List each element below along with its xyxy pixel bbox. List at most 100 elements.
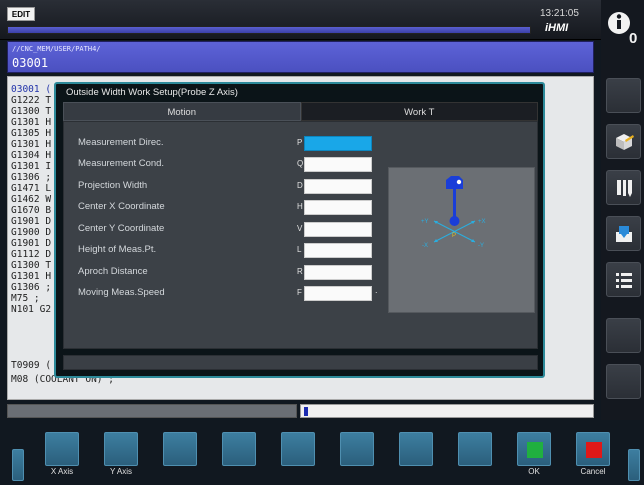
rail-blank-button-2[interactable] — [606, 318, 641, 353]
minus-y-label: -Y — [478, 243, 484, 249]
program-line[interactable]: G1300 T — [11, 260, 51, 271]
row-label-center-x: Center X Coordinate — [78, 201, 165, 212]
address-v: V — [297, 224, 303, 233]
plus-y-label: +Y — [421, 219, 429, 225]
address-d: D — [297, 181, 303, 190]
address-q: Q — [297, 159, 304, 168]
program-line[interactable]: G1306 ; — [11, 172, 51, 183]
workpiece-setup-icon[interactable] — [606, 124, 641, 159]
address-p: P — [297, 138, 303, 147]
tab-motion[interactable]: Motion — [63, 102, 301, 121]
softkey-7[interactable] — [399, 432, 433, 466]
row-label-measurement-condition: Measurement Cond. — [78, 158, 165, 169]
address-r: R — [297, 267, 303, 276]
input-cursor — [304, 407, 308, 416]
ok-label: OK — [528, 467, 540, 476]
program-line[interactable]: G1670 B — [11, 205, 51, 216]
program-line[interactable]: G1112 D — [11, 249, 51, 260]
program-line[interactable]: M75 ; — [11, 293, 40, 304]
probe-diagram: +Y +X -X -Y P — [388, 167, 535, 313]
tab-work-t[interactable]: Work T — [300, 102, 538, 121]
cancel-button[interactable] — [576, 432, 610, 466]
program-line[interactable]: G1304 H — [11, 150, 51, 161]
softkey-next[interactable] — [628, 449, 640, 481]
softkey-x-axis[interactable] — [45, 432, 79, 466]
softkey-bar: X Axis Y Axis OK Cancel — [0, 420, 644, 485]
center-x-field[interactable] — [304, 200, 372, 215]
moving-meas-speed-field[interactable] — [304, 286, 372, 301]
speed-unit-dot: . — [375, 285, 378, 295]
cancel-label: Cancel — [580, 467, 606, 476]
program-line[interactable]: G1306 ; — [11, 282, 51, 293]
program-number: 03001 — [12, 56, 49, 70]
program-line[interactable]: G1301 H — [11, 139, 51, 150]
minus-x-label: -X — [422, 243, 428, 249]
row-label-projection-width: Projection Width — [78, 180, 148, 191]
dialog-body: Measurement Direc. P Measurement Cond. Q… — [63, 121, 538, 349]
program-line[interactable]: G1901 D — [11, 238, 51, 249]
program-line[interactable]: G1471 L — [11, 183, 51, 194]
measurement-condition-field[interactable] — [304, 157, 372, 172]
list-menu-icon[interactable] — [606, 262, 641, 297]
work-setup-dialog: Outside Width Work Setup(Probe Z Axis) M… — [54, 82, 545, 378]
address-h: H — [297, 202, 303, 211]
y-axis-label: Y Axis — [109, 467, 133, 476]
program-line[interactable]: G1300 T — [11, 106, 51, 117]
program-line[interactable]: G1301 H — [11, 117, 51, 128]
ok-button[interactable] — [517, 432, 551, 466]
ok-indicator — [527, 442, 543, 458]
program-line[interactable]: G1301 H — [11, 271, 51, 282]
measurement-direction-field[interactable] — [304, 136, 372, 151]
dialog-title: Outside Width Work Setup(Probe Z Axis) — [66, 87, 238, 98]
softkey-4[interactable] — [222, 432, 256, 466]
status-bar-left — [7, 404, 297, 418]
svg-text:0: 0 — [629, 30, 637, 46]
softkey-5[interactable] — [281, 432, 315, 466]
address-f: F — [297, 288, 302, 297]
softkey-6[interactable] — [340, 432, 374, 466]
row-label-measurement-direction: Measurement Direc. — [78, 137, 164, 148]
row-label-approach-distance: Aproch Distance — [78, 266, 148, 277]
rail-blank-button-1[interactable] — [606, 78, 641, 113]
plus-x-label: +X — [478, 219, 486, 225]
save-file-icon[interactable] — [606, 216, 641, 251]
program-line[interactable]: N101 G2 — [11, 304, 51, 315]
softkey-8[interactable] — [458, 432, 492, 466]
program-line[interactable]: T0909 ( — [11, 360, 51, 371]
program-line[interactable]: G1900 D — [11, 227, 51, 238]
softkey-3[interactable] — [163, 432, 197, 466]
input-buffer[interactable] — [300, 404, 594, 418]
rail-blank-button-3[interactable] — [606, 364, 641, 399]
row-label-center-y: Center Y Coordinate — [78, 223, 165, 234]
top-bar: EDIT 13:21:05 iHMI — [0, 0, 601, 40]
row-label-height-meas-point: Height of Meas.Pt. — [78, 244, 157, 255]
program-path-bar: //CNC_MEM/USER/PATH4/ 03001 — [7, 41, 594, 73]
info-icon[interactable]: 0 — [605, 6, 641, 47]
top-status-strip — [7, 26, 531, 34]
program-line[interactable]: G1222 T — [11, 95, 51, 106]
program-folder-path: //CNC_MEM/USER/PATH4/ — [12, 45, 101, 53]
tool-holder-icon[interactable] — [606, 170, 641, 205]
row-label-moving-meas-speed: Moving Meas.Speed — [78, 287, 165, 298]
softkey-prev[interactable] — [12, 449, 24, 481]
ihmi-logo: iHMI — [545, 22, 569, 34]
x-axis-label: X Axis — [50, 467, 74, 476]
program-line[interactable]: G1305 H — [11, 128, 51, 139]
address-l: L — [297, 245, 302, 254]
approach-distance-field[interactable] — [304, 265, 372, 280]
dialog-footer — [63, 355, 538, 370]
point-p-label: P — [452, 233, 456, 239]
dialog-tabs: Motion Work T — [63, 102, 538, 121]
center-y-field[interactable] — [304, 222, 372, 237]
softkey-y-axis[interactable] — [104, 432, 138, 466]
mode-badge: EDIT — [7, 7, 35, 21]
right-function-rail: 0 — [601, 0, 644, 485]
program-line[interactable]: 03001 ( — [11, 84, 51, 95]
program-line[interactable]: G1462 W — [11, 194, 51, 205]
projection-width-field[interactable] — [304, 179, 372, 194]
cancel-indicator — [586, 442, 602, 458]
program-line[interactable]: G1901 D — [11, 216, 51, 227]
program-line[interactable]: G1301 I — [11, 161, 51, 172]
height-meas-point-field[interactable] — [304, 243, 372, 258]
clock: 13:21:05 — [540, 8, 579, 19]
